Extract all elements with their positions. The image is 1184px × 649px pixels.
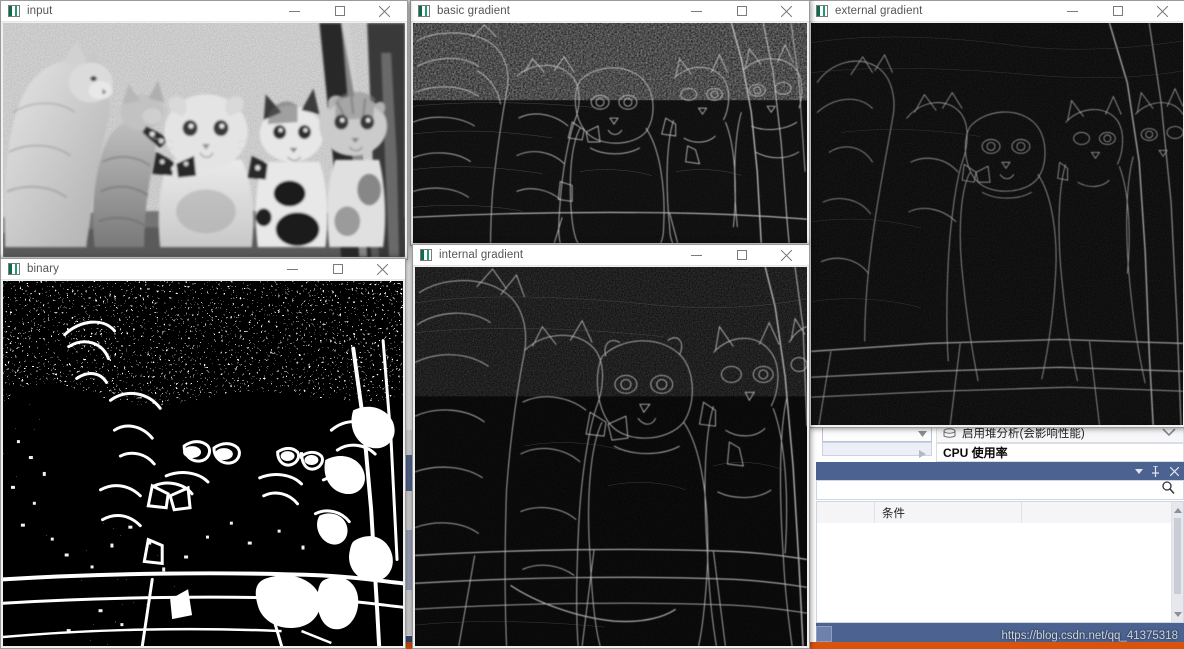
conditions-grid-header: 条件 [817,502,1183,524]
maximize-button[interactable] [1095,1,1140,21]
window-title: external gradient [835,5,923,17]
window-title: input [27,5,53,17]
tool-window-titlebar [816,462,1184,480]
column-header-condition[interactable]: 条件 [875,502,1022,523]
titlebar-external-gradient[interactable]: external gradient [809,1,1184,22]
window-title: basic gradient [437,5,510,17]
maximize-button[interactable] [719,245,764,265]
cpu-usage-row[interactable]: CPU 使用率 [936,443,1184,462]
scroll-down-arrow-icon[interactable] [1172,607,1183,621]
image-canvas-input [3,23,405,257]
search-icon[interactable] [1162,481,1175,499]
image-internal-gradient [415,267,807,646]
column-header-2[interactable] [1022,502,1167,523]
opencv-icon [8,5,20,17]
window-title: binary [27,263,59,275]
minimize-button[interactable] [272,1,317,21]
maximize-button[interactable] [315,259,360,279]
play-arrow-icon [919,445,926,463]
vs-bottom-tab[interactable] [816,626,832,642]
titlebar-input[interactable]: input [1,1,407,22]
minimize-button[interactable] [674,1,719,21]
conditions-grid[interactable]: 条件 [816,501,1184,623]
image-basic-gradient [413,23,807,243]
image-canvas-internal-gradient [415,267,807,646]
close-button[interactable] [764,245,809,265]
minimize-button[interactable] [674,245,719,265]
diagnostics-subrow[interactable] [822,442,932,458]
window-internal-gradient[interactable]: internal gradient [412,244,810,649]
conditions-grid-scrollbar[interactable] [1171,502,1183,622]
scrollbar-thumb[interactable] [1174,518,1181,594]
maximize-button[interactable] [317,1,362,21]
window-title: internal gradient [439,249,524,261]
window-basic-gradient[interactable]: basic gradient [410,0,810,246]
close-button[interactable] [362,1,407,21]
image-canvas-external-gradient [811,23,1183,425]
heap-icon [943,427,956,439]
opencv-icon [8,263,20,275]
pin-icon[interactable] [1147,462,1164,480]
close-button[interactable] [1140,1,1184,21]
close-button[interactable] [360,259,405,279]
minimize-button[interactable] [270,259,315,279]
column-header-0[interactable] [817,502,875,523]
chevron-down-icon[interactable] [1162,428,1176,440]
window-external-gradient[interactable]: external gradient [808,0,1184,428]
close-icon[interactable] [1164,462,1184,480]
titlebar-binary[interactable]: binary [1,259,405,280]
conditions-grid-body[interactable] [817,523,1171,622]
cpu-usage-label: CPU 使用率 [943,446,1008,460]
image-binary [3,281,403,646]
minimize-button[interactable] [1050,1,1095,21]
window-binary[interactable]: binary [0,258,406,649]
watermark: https://blog.csdn.net/qq_41375318 [1001,630,1178,642]
titlebar-basic-gradient[interactable]: basic gradient [411,1,809,22]
image-input [3,23,405,257]
image-canvas-binary [3,281,403,646]
scroll-up-arrow-icon[interactable] [1172,503,1183,517]
image-canvas-basic-gradient [413,23,807,243]
maximize-button[interactable] [719,1,764,21]
opencv-icon [418,5,430,17]
window-input[interactable]: input [0,0,408,260]
tool-window-search[interactable] [816,480,1184,500]
titlebar-internal-gradient[interactable]: internal gradient [413,245,809,266]
image-external-gradient [811,23,1183,425]
opencv-icon [420,249,432,261]
tool-window-dropdown-icon[interactable] [1130,462,1147,480]
close-button[interactable] [764,1,809,21]
opencv-icon [816,5,828,17]
